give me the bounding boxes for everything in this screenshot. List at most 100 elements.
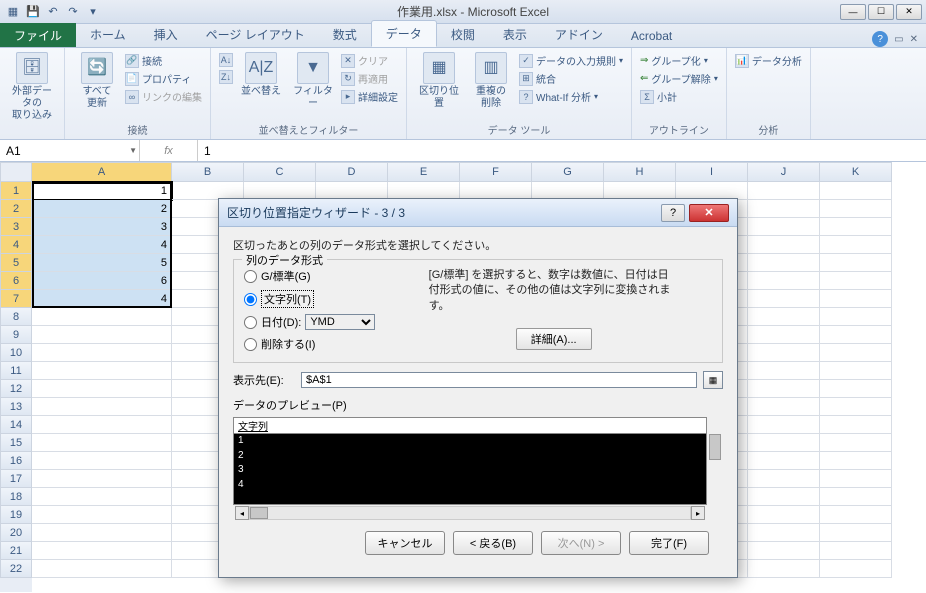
cell[interactable] [820, 524, 892, 542]
cell[interactable] [748, 326, 820, 344]
save-icon[interactable]: 💾 [24, 3, 42, 21]
cell[interactable] [32, 308, 172, 326]
cell[interactable] [748, 182, 820, 200]
filter-button[interactable]: ▼フィルター [289, 52, 337, 110]
row-header[interactable]: 9 [0, 326, 32, 344]
cell[interactable] [32, 506, 172, 524]
tab-page-layout[interactable]: ページ レイアウト [192, 22, 319, 47]
get-external-data-button[interactable]: 🗄外部データの 取り込み [8, 52, 56, 122]
close-button[interactable]: ✕ [896, 4, 922, 20]
finish-button[interactable]: 完了(F) [629, 531, 709, 555]
cell[interactable] [748, 308, 820, 326]
row-header[interactable]: 14 [0, 416, 32, 434]
properties-button[interactable]: 📄プロパティ [125, 70, 202, 87]
row-header[interactable]: 3 [0, 218, 32, 236]
cell[interactable]: 4 [32, 236, 172, 254]
cell[interactable] [32, 542, 172, 560]
maximize-button[interactable]: ☐ [868, 4, 894, 20]
row-header[interactable]: 10 [0, 344, 32, 362]
row-header[interactable]: 1 [0, 182, 32, 200]
radio-general[interactable]: G/標準(G) [244, 268, 375, 284]
row-header[interactable]: 17 [0, 470, 32, 488]
row-header[interactable]: 12 [0, 380, 32, 398]
column-header[interactable]: K [820, 162, 892, 182]
cell[interactable] [820, 434, 892, 452]
cell[interactable] [820, 416, 892, 434]
dialog-close-button[interactable]: ✕ [689, 204, 729, 222]
column-header[interactable]: E [388, 162, 460, 182]
refresh-all-button[interactable]: 🔄すべて 更新 [73, 52, 121, 110]
cell[interactable] [748, 236, 820, 254]
cell[interactable] [748, 218, 820, 236]
destination-input[interactable] [301, 372, 697, 388]
cell[interactable] [820, 362, 892, 380]
cell[interactable] [820, 326, 892, 344]
radio-skip[interactable]: 削除する(I) [244, 336, 375, 352]
cell[interactable] [820, 308, 892, 326]
row-header[interactable]: 20 [0, 524, 32, 542]
sort-az-button[interactable]: A↓ [219, 52, 233, 68]
select-all-corner[interactable] [0, 162, 32, 182]
cell[interactable] [32, 488, 172, 506]
preview-hscrollbar[interactable]: ◂ ▸ [233, 505, 707, 521]
tab-home[interactable]: ホーム [76, 22, 140, 47]
cell[interactable] [32, 470, 172, 488]
row-header[interactable]: 21 [0, 542, 32, 560]
dialog-help-button[interactable]: ? [661, 204, 685, 222]
cell[interactable] [748, 344, 820, 362]
cell[interactable] [820, 200, 892, 218]
row-header[interactable]: 22 [0, 560, 32, 578]
cell[interactable] [820, 380, 892, 398]
tab-data[interactable]: データ [371, 20, 437, 47]
date-format-combo[interactable]: YMD [305, 314, 375, 330]
redo-icon[interactable]: ↷ [64, 3, 82, 21]
data-validation-button[interactable]: ✓データの入力規則▾ [519, 52, 623, 69]
cell[interactable]: 5 [32, 254, 172, 272]
radio-text[interactable]: 文字列(T) [244, 290, 375, 308]
column-header[interactable]: H [604, 162, 676, 182]
cell[interactable] [820, 452, 892, 470]
tab-insert[interactable]: 挿入 [140, 22, 192, 47]
minimize-button[interactable]: — [840, 4, 866, 20]
cell[interactable]: 6 [32, 272, 172, 290]
fx-icon[interactable]: fx [164, 145, 173, 157]
cell[interactable] [32, 326, 172, 344]
column-header[interactable]: A [32, 162, 172, 182]
subtotal-button[interactable]: Σ小計 [640, 88, 718, 105]
cell[interactable] [32, 362, 172, 380]
tab-review[interactable]: 校閲 [437, 22, 489, 47]
dialog-title-bar[interactable]: 区切り位置指定ウィザード - 3 / 3 ? ✕ [219, 199, 737, 227]
row-header[interactable]: 7 [0, 290, 32, 308]
name-box[interactable]: ▼ [0, 140, 140, 161]
cell[interactable] [32, 398, 172, 416]
cell[interactable] [748, 488, 820, 506]
cancel-button[interactable]: キャンセル [365, 531, 445, 555]
tab-view[interactable]: 表示 [489, 22, 541, 47]
cell[interactable] [748, 398, 820, 416]
scroll-right-icon[interactable]: ▸ [691, 506, 705, 520]
column-header[interactable]: I [676, 162, 748, 182]
advanced-filter-button[interactable]: ▸詳細設定 [341, 88, 398, 105]
ungroup-button[interactable]: ⇐グループ解除▾ [640, 70, 718, 87]
cell[interactable] [32, 524, 172, 542]
cell[interactable] [820, 506, 892, 524]
row-header[interactable]: 4 [0, 236, 32, 254]
doc-close-icon[interactable]: ✕ [910, 34, 918, 45]
column-header[interactable]: G [532, 162, 604, 182]
cell[interactable] [748, 524, 820, 542]
ribbon-minimize-icon[interactable]: ▭ [894, 34, 903, 45]
cell[interactable] [820, 272, 892, 290]
cell[interactable] [748, 470, 820, 488]
preview-column-header[interactable]: 文字列 [234, 418, 706, 434]
cell[interactable] [748, 254, 820, 272]
cell[interactable] [32, 416, 172, 434]
tab-acrobat[interactable]: Acrobat [617, 25, 686, 47]
cell[interactable] [820, 398, 892, 416]
row-header[interactable]: 18 [0, 488, 32, 506]
consolidate-button[interactable]: ⊞統合 [519, 70, 623, 87]
cell[interactable] [748, 272, 820, 290]
remove-duplicates-button[interactable]: ▥重複の 削除 [467, 52, 515, 110]
cell[interactable] [820, 344, 892, 362]
row-header[interactable]: 15 [0, 434, 32, 452]
row-header[interactable]: 6 [0, 272, 32, 290]
